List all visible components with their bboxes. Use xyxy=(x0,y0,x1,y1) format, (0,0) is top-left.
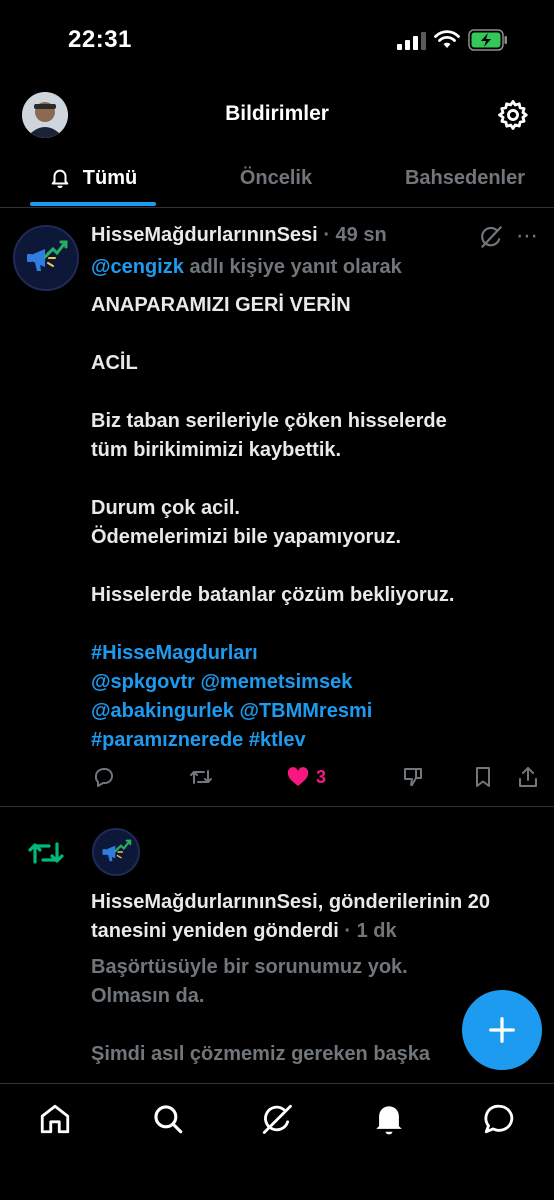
tweet-header: HisseMağdurlarınınSesi · 49 sn xyxy=(91,224,387,247)
reply-suffix: adlı kişiye yanıt olarak xyxy=(189,256,402,278)
notification-separator: · xyxy=(344,920,352,942)
notification-text: HisseMağdurlarınınSesi, gönderilerinin 2… xyxy=(91,888,541,946)
compose-button[interactable] xyxy=(462,990,542,1070)
more-options-icon[interactable]: ⋯ xyxy=(516,223,539,249)
bookmark-button[interactable] xyxy=(471,762,495,792)
active-tab-indicator xyxy=(30,202,156,206)
nav-grok[interactable] xyxy=(260,1102,294,1136)
bottom-navigation xyxy=(0,1083,554,1200)
nav-search[interactable] xyxy=(151,1102,185,1136)
bell-icon xyxy=(51,169,69,188)
tab-all[interactable]: Tümü xyxy=(30,150,156,206)
reply-context: @cengizk adlı kişiye yanıt olarak xyxy=(91,256,402,279)
timestamp: 49 sn xyxy=(335,224,387,246)
reply-button[interactable] xyxy=(92,762,116,792)
tweet-actions: 3 xyxy=(0,762,554,792)
like-count: 3 xyxy=(316,766,327,787)
cellular-signal-icon xyxy=(397,32,426,50)
status-time: 22:31 xyxy=(68,26,132,53)
tab-mentions[interactable]: Bahsedenler xyxy=(385,150,545,206)
reply-icon xyxy=(94,768,113,787)
home-icon xyxy=(40,1104,70,1134)
like-button[interactable]: 3 xyxy=(286,762,326,792)
share-button[interactable] xyxy=(516,762,540,792)
notifications-bell-icon xyxy=(376,1106,402,1135)
battery-charging-icon xyxy=(468,29,507,51)
plus-icon xyxy=(489,1017,515,1043)
repost-icon xyxy=(190,770,212,784)
repost-icon xyxy=(28,842,64,864)
tab-priority[interactable]: Öncelik xyxy=(205,150,347,206)
notification-tabs: Tümü Öncelik Bahsedenler xyxy=(0,150,554,208)
messages-icon xyxy=(484,1104,514,1134)
reply-to-mention[interactable]: @cengizk xyxy=(91,256,184,278)
grok-icon xyxy=(262,1104,292,1134)
repost-button[interactable] xyxy=(189,762,213,792)
author-name[interactable]: HisseMağdurlarınınSesi xyxy=(91,224,318,246)
wifi-icon xyxy=(434,30,460,48)
nav-home[interactable] xyxy=(38,1102,72,1136)
share-icon xyxy=(519,767,537,787)
gear-icon[interactable] xyxy=(496,98,530,132)
notification-message: HisseMağdurlarınınSesi, gönderilerinin 2… xyxy=(91,891,490,942)
page-title: Bildirimler xyxy=(225,102,329,125)
nav-messages[interactable] xyxy=(482,1102,516,1136)
search-icon xyxy=(154,1105,183,1134)
tweet-card[interactable]: HisseMağdurlarınınSesi · 49 sn ⋯ @cengiz… xyxy=(0,209,554,807)
separator-dot: · xyxy=(323,224,330,246)
downvote-button[interactable] xyxy=(401,762,425,792)
reposter-avatar[interactable] xyxy=(92,828,140,876)
grok-icon[interactable] xyxy=(478,224,504,250)
bookmark-icon xyxy=(476,767,490,787)
nav-notifications[interactable] xyxy=(372,1102,406,1136)
author-avatar[interactable] xyxy=(13,225,79,291)
top-header: Bildirimler xyxy=(0,84,554,148)
heart-filled-icon xyxy=(287,767,309,786)
notification-timestamp: 1 dk xyxy=(356,920,397,942)
tweet-body: ANAPARAMIZI GERİ VERİN ACİL Biz taban se… xyxy=(91,294,455,606)
tab-all-label: Tümü xyxy=(82,166,138,189)
home-indicator xyxy=(138,1184,416,1190)
status-bar: 22:31 xyxy=(0,0,554,84)
tweet-hashtags-mentions[interactable]: #HisseMagdurları @spkgovtr @memetsimsek … xyxy=(91,639,541,755)
thumbs-down-icon xyxy=(404,768,422,786)
